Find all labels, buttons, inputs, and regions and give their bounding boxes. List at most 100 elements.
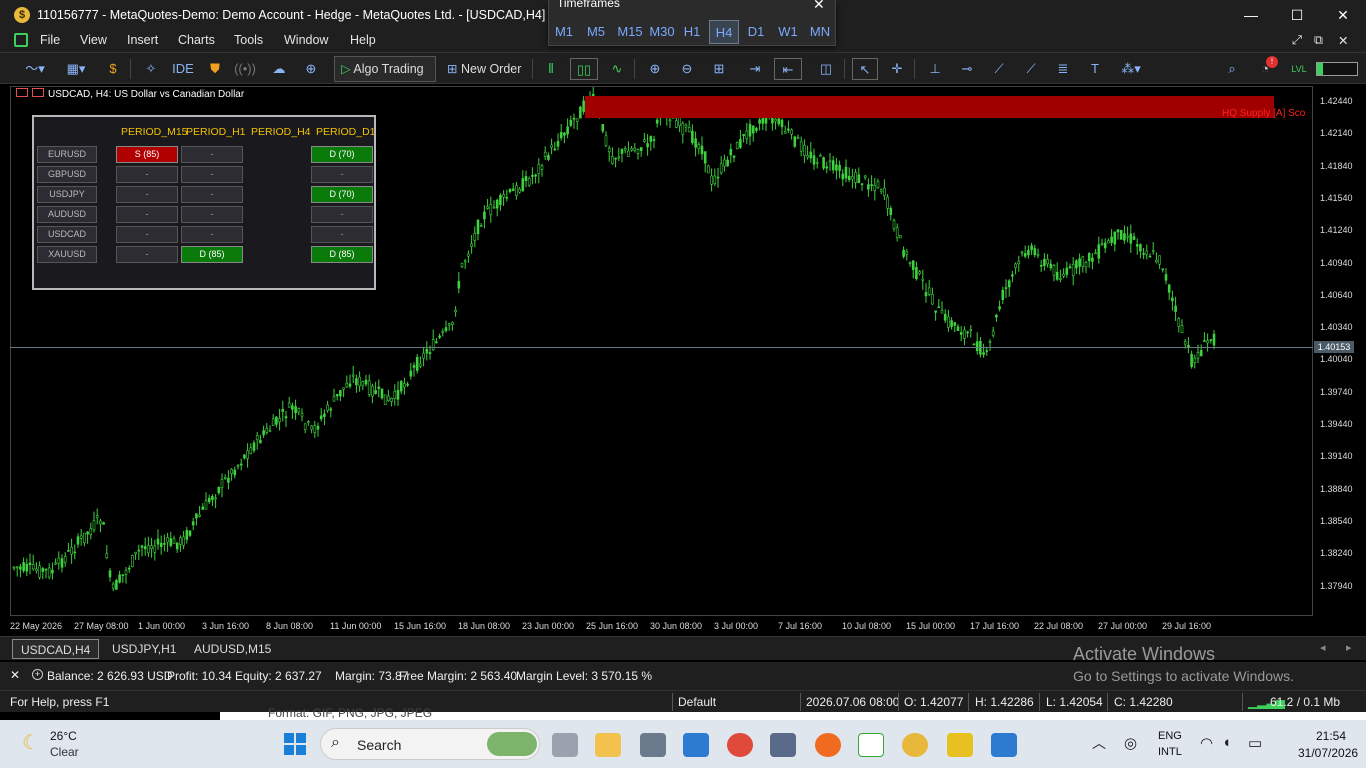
- search-icon[interactable]: ⌕: [1222, 58, 1242, 80]
- wifi-icon[interactable]: ◠: [1200, 734, 1213, 752]
- tf-m5[interactable]: M5: [581, 20, 611, 44]
- algo-trading-button[interactable]: ▷ Algo Trading: [334, 56, 436, 82]
- signal-cell-m15[interactable]: -: [116, 246, 178, 263]
- tab-usdjpy-h1[interactable]: USDJPY,H1: [104, 639, 184, 659]
- chart-shift-icon[interactable]: ⇤: [774, 58, 802, 80]
- shapes-icon[interactable]: ⁂▾: [1114, 58, 1148, 80]
- maximize-button[interactable]: ☐: [1274, 0, 1320, 30]
- signal-cell-h1[interactable]: -: [181, 146, 243, 163]
- line-chart-icon[interactable]: 〜▾: [18, 58, 52, 80]
- bar-chart-icon[interactable]: ⫴: [540, 58, 562, 80]
- taskbar-search[interactable]: ⌕ Search: [320, 728, 540, 760]
- chart-type-icon[interactable]: ▦▾: [58, 58, 94, 80]
- signal-cell-d1[interactable]: D (85): [311, 246, 373, 263]
- minimize-button[interactable]: —: [1228, 0, 1274, 30]
- menu-file[interactable]: File: [40, 33, 60, 47]
- remote-desktop-icon[interactable]: [770, 733, 796, 757]
- signal-cell-h1[interactable]: D (85): [181, 246, 243, 263]
- export-app-icon[interactable]: [858, 733, 884, 757]
- menu-insert[interactable]: Insert: [127, 33, 158, 47]
- tray-app-icon[interactable]: ◎: [1124, 734, 1137, 752]
- candlestick-chart-icon[interactable]: ▯▯: [570, 58, 598, 80]
- signal-cell-h1[interactable]: -: [181, 226, 243, 243]
- symbol-button[interactable]: GBPUSD: [37, 166, 97, 183]
- calculator-icon[interactable]: [640, 733, 666, 757]
- cloud-icon[interactable]: ☁: [268, 58, 290, 80]
- symbol-button[interactable]: EURUSD: [37, 146, 97, 163]
- metaeditor-icon[interactable]: [947, 733, 973, 757]
- weather-moon-icon[interactable]: ☾: [22, 730, 40, 755]
- tabs-scroll-left[interactable]: ◂: [1320, 641, 1326, 654]
- supply-zone[interactable]: [585, 96, 1274, 118]
- crosshair-icon[interactable]: ✛: [886, 58, 908, 80]
- tf-m1[interactable]: M1: [549, 20, 579, 44]
- toolbox-close-button[interactable]: ✕: [10, 668, 20, 682]
- horizontal-line-icon[interactable]: ⊸: [956, 58, 978, 80]
- weather-desc[interactable]: Clear: [50, 745, 79, 759]
- signal-cell-h1[interactable]: -: [181, 166, 243, 183]
- signal-cell-m15[interactable]: -: [116, 166, 178, 183]
- clock-date[interactable]: 31/07/2026: [1298, 746, 1358, 760]
- tf-m30[interactable]: M30: [645, 20, 679, 44]
- zoom-in-icon[interactable]: ⊕: [644, 58, 666, 80]
- weather-temp[interactable]: 26°C: [50, 729, 77, 743]
- lang-primary[interactable]: ENG: [1158, 730, 1182, 742]
- text-icon[interactable]: T: [1084, 58, 1106, 80]
- zoom-out-icon[interactable]: ⊖: [676, 58, 698, 80]
- signal-cell-h1[interactable]: -: [181, 186, 243, 203]
- tf-h1[interactable]: H1: [677, 20, 707, 44]
- signal-cell-m15[interactable]: -: [116, 226, 178, 243]
- channel-icon[interactable]: ⟋: [1020, 58, 1042, 80]
- market-icon[interactable]: $: [102, 58, 124, 80]
- signal-cell-d1[interactable]: D (70): [311, 146, 373, 163]
- tabs-scroll-right[interactable]: ▸: [1346, 641, 1352, 654]
- tab-usdcad-h4[interactable]: USDCAD,H4: [12, 639, 100, 659]
- signal-cell-d1[interactable]: D (70): [311, 186, 373, 203]
- signal-cell-m15[interactable]: -: [116, 186, 178, 203]
- autoscroll-icon[interactable]: ⇥: [742, 58, 768, 80]
- metatrader-taskbar-icon[interactable]: [902, 733, 928, 757]
- battery-icon[interactable]: ▭: [1248, 734, 1262, 752]
- vps-icon[interactable]: ⊕: [300, 58, 322, 80]
- line-chart-type-icon[interactable]: ∿: [606, 58, 628, 80]
- task-view-icon[interactable]: [552, 733, 578, 757]
- photos-icon[interactable]: [683, 733, 709, 757]
- timeframes-close-button[interactable]: ✕: [813, 0, 825, 13]
- signal-cell-d1[interactable]: -: [311, 206, 373, 223]
- start-button[interactable]: [284, 733, 306, 755]
- cursor-icon[interactable]: ↖: [852, 58, 878, 80]
- expand-icon[interactable]: +: [32, 669, 43, 680]
- menu-charts[interactable]: Charts: [178, 33, 215, 47]
- menu-help[interactable]: Help: [350, 33, 376, 47]
- clock-time[interactable]: 21:54: [1316, 729, 1346, 743]
- menu-tools[interactable]: Tools: [234, 33, 263, 47]
- signal-cell-d1[interactable]: -: [311, 166, 373, 183]
- symbol-button[interactable]: USDCAD: [37, 226, 97, 243]
- screenshot-icon[interactable]: ◫: [814, 58, 838, 80]
- symbol-button[interactable]: AUDUSD: [37, 206, 97, 223]
- experts-icon[interactable]: ✧: [140, 58, 162, 80]
- indicators-icon[interactable]: [32, 88, 44, 97]
- volume-icon[interactable]: ◖: [1222, 734, 1231, 751]
- lang-secondary[interactable]: INTL: [1158, 746, 1182, 758]
- chart-menu-icon[interactable]: [16, 88, 28, 97]
- close-button[interactable]: ✕: [1320, 0, 1366, 30]
- file-explorer-icon[interactable]: [595, 733, 621, 757]
- trend-line-icon[interactable]: ⟋: [988, 58, 1010, 80]
- restore-chart-icon[interactable]: ⤢: [1292, 33, 1302, 48]
- menu-view[interactable]: View: [80, 33, 107, 47]
- signals-icon[interactable]: ((•)): [234, 58, 256, 80]
- tf-m15[interactable]: M15: [613, 20, 647, 44]
- tf-mn[interactable]: MN: [805, 20, 835, 44]
- new-order-button[interactable]: ⊞ New Order: [440, 56, 526, 82]
- signal-cell-d1[interactable]: -: [311, 226, 373, 243]
- signal-cell-m15[interactable]: -: [116, 206, 178, 223]
- signal-cell-m15[interactable]: S (85): [116, 146, 178, 163]
- signal-cell-h1[interactable]: -: [181, 206, 243, 223]
- ide-button[interactable]: IDE: [170, 58, 196, 80]
- image-viewer-icon[interactable]: [991, 733, 1017, 757]
- fibonacci-icon[interactable]: ≣: [1052, 58, 1074, 80]
- tf-d1[interactable]: D1: [741, 20, 771, 44]
- tf-w1[interactable]: W1: [773, 20, 803, 44]
- tab-audusd-m15[interactable]: AUDUSD,M15: [186, 639, 279, 659]
